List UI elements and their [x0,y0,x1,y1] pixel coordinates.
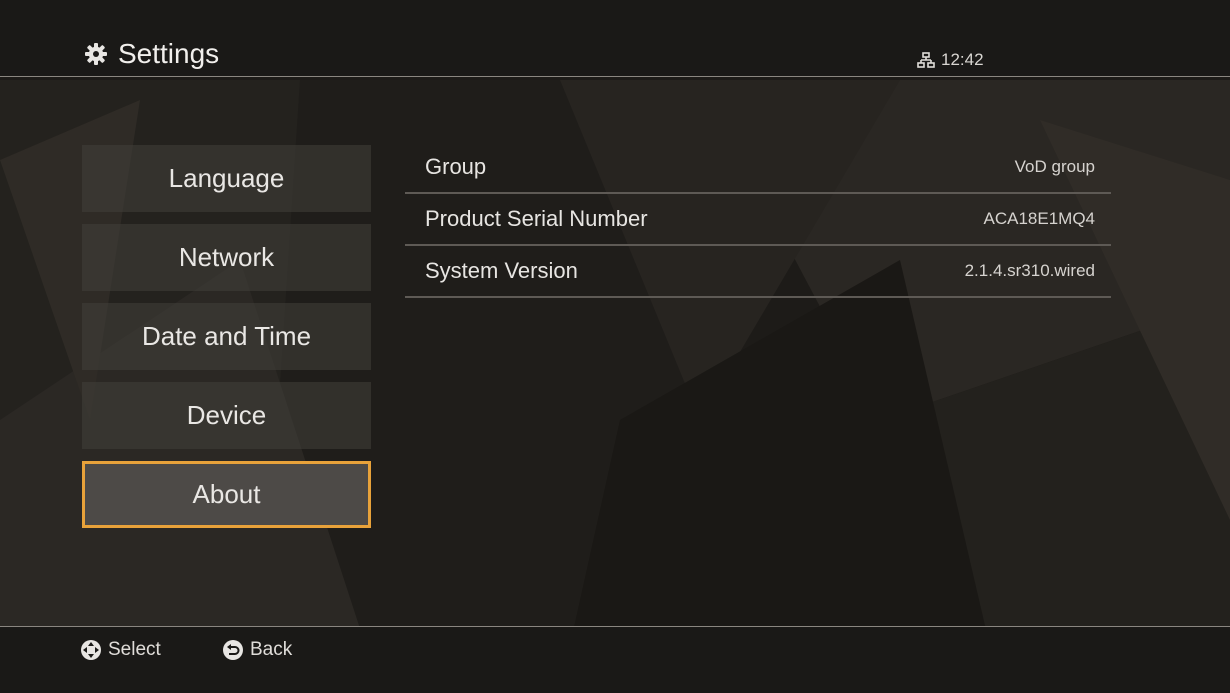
info-label: System Version [425,258,578,283]
header-bar: Settings 12:42 [0,0,1230,77]
info-value: ACA18E1MQ4 [983,209,1096,228]
info-row-group: Group VoD group [405,142,1111,194]
menu-item-device[interactable]: Device [82,382,371,449]
menu-item-date-and-time[interactable]: Date and Time [82,303,371,370]
info-row-serial-number: Product Serial Number ACA18E1MQ4 [405,194,1111,246]
menu-item-network[interactable]: Network [82,224,371,291]
footer-bar: Select Back [0,626,1230,693]
settings-screen: Settings 12:42 Language Network Date and… [0,0,1230,693]
network-icon [917,52,935,68]
page-title-text: Settings [118,38,220,69]
menu-item-language[interactable]: Language [82,145,371,212]
about-info-list: Group VoD group Product Serial Number AC… [405,142,1111,298]
select-hint: Select [80,639,161,661]
clock-time: 12:42 [941,50,984,69]
info-label: Group [425,154,487,179]
menu-item-about[interactable]: About [82,461,371,528]
status-area: 12:42 [917,50,984,70]
menu-item-label: Network [178,242,275,272]
settings-menu: Language Network Date and Time Device Ab… [82,145,372,540]
select-hint-label: Select [108,639,161,660]
menu-item-label: Language [168,163,285,193]
info-value: VoD group [1014,157,1095,176]
dpad-icon [80,639,102,661]
back-hint-label: Back [250,639,293,660]
gear-icon [84,42,108,66]
info-label: Product Serial Number [425,206,648,231]
menu-item-label: About [192,479,261,509]
menu-item-label: Device [186,400,267,430]
page-title: Settings [84,36,219,72]
info-row-system-version: System Version 2.1.4.sr310.wired [405,246,1111,298]
back-hint: Back [222,639,292,661]
info-value: 2.1.4.sr310.wired [964,261,1095,280]
menu-item-label: Date and Time [141,321,312,351]
back-arrow-icon [222,639,244,661]
